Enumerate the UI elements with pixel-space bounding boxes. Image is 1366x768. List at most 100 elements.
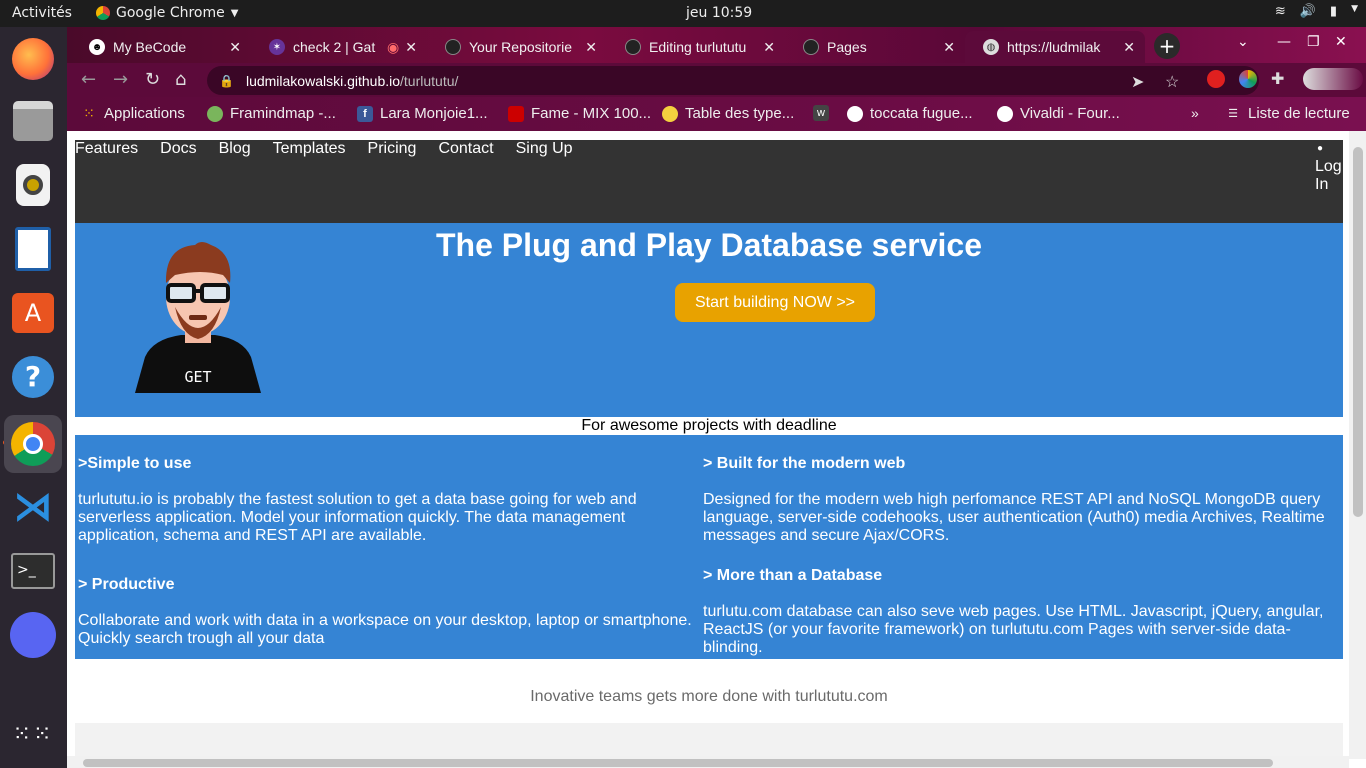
website-icon: w <box>813 105 829 121</box>
globe-icon: ◍ <box>983 39 999 55</box>
reading-list[interactable]: ☰ Liste de lecture <box>1225 105 1350 122</box>
page-viewport: Features Docs Blog Templates Pricing Con… <box>67 131 1366 768</box>
forward-icon[interactable]: → <box>113 69 128 90</box>
chrome-icon <box>96 6 110 20</box>
globe-icon <box>997 105 1013 122</box>
site-navbar: Features Docs Blog Templates Pricing Con… <box>75 140 1343 223</box>
help-icon[interactable]: ? <box>9 353 57 401</box>
maximize-icon[interactable]: ❐ <box>1307 34 1320 50</box>
feature-productive-text: Collaborate and work with data in a work… <box>78 612 692 647</box>
github-icon <box>445 39 461 55</box>
start-building-button[interactable]: Start building NOW >> <box>675 283 875 322</box>
nav-blog[interactable]: Blog <box>208 140 262 158</box>
tab-repositories[interactable]: Your Repositorie ✕ <box>427 31 607 63</box>
files-icon[interactable] <box>9 97 57 145</box>
feature-database-title: > More than a Database <box>703 567 883 584</box>
rhythmbox-icon[interactable] <box>9 161 57 209</box>
user-icon: ● <box>1317 143 1324 154</box>
fame-icon <box>508 105 524 122</box>
bookmark-vivaldi[interactable]: Vivaldi - Four... <box>997 105 1120 122</box>
terminal-icon[interactable]: >_ <box>9 547 57 595</box>
github-icon <box>803 39 819 55</box>
system-tray[interactable]: ≋ 🔊 ▮ ▼ <box>1275 4 1358 19</box>
login-link[interactable]: ● Log In <box>1315 140 1343 194</box>
tab-strip: ☻ My BeCode ✕ ✶ check 2 | Gat ◉ ✕ Your R… <box>67 27 1366 63</box>
extensions-icon[interactable]: ✚ <box>1271 69 1284 88</box>
close-icon[interactable]: ✕ <box>585 39 597 56</box>
minimize-icon[interactable]: — <box>1277 34 1291 50</box>
color-extension-icon[interactable] <box>1239 70 1257 88</box>
os-top-bar: Activités Google Chrome ▼ jeu 10:59 ≋ 🔊 … <box>0 0 1366 27</box>
feature-modern-web-text: Designed for the modern web high perfoma… <box>703 491 1325 544</box>
nav-templates[interactable]: Templates <box>262 140 357 158</box>
adblock-extension-icon[interactable] <box>1207 70 1225 88</box>
back-icon[interactable]: ← <box>81 69 96 90</box>
feature-productive-title: > Productive <box>78 576 175 593</box>
feature-simple-text: turlututu.io is probably the fastest sol… <box>78 491 637 544</box>
vertical-scrollbar[interactable] <box>1349 131 1366 759</box>
close-window-icon[interactable]: ✕ <box>1335 34 1347 50</box>
writer-icon[interactable] <box>9 225 57 273</box>
bookmark-applications[interactable]: ⁙ Applications <box>81 105 185 122</box>
globe-icon <box>847 105 863 122</box>
hero-section: The Plug and Play Database service Start… <box>75 223 1343 417</box>
bookmark-table-types[interactable]: Table des type... <box>662 105 794 122</box>
bookmark-lara[interactable]: f Lara Monjoie1... <box>357 105 488 122</box>
bookmark-star-icon[interactable]: ☆ <box>1165 72 1179 92</box>
bookmark-framindmap[interactable]: Framindmap -... <box>207 105 336 122</box>
login-line-2: In <box>1315 176 1329 193</box>
software-center-icon[interactable]: A <box>9 289 57 337</box>
new-tab-button[interactable]: + <box>1154 33 1180 59</box>
nav-docs[interactable]: Docs <box>149 140 207 158</box>
lock-icon: 🔒 <box>219 73 234 88</box>
tab-search-icon[interactable]: ⌄ <box>1237 34 1249 50</box>
app-grid-icon[interactable]: ⁙⁙ <box>9 711 57 759</box>
vertical-scroll-thumb[interactable] <box>1353 147 1363 517</box>
nav-features[interactable]: Features <box>75 140 149 158</box>
chrome-dock-icon[interactable] <box>4 415 62 473</box>
recording-icon: ◉ <box>387 38 400 55</box>
send-icon[interactable]: ➤ <box>1131 72 1144 92</box>
becode-icon: ☻ <box>89 39 105 55</box>
chevron-down-icon: ▼ <box>1351 4 1358 14</box>
url-path: /turlututu/ <box>400 72 459 89</box>
horizontal-scrollbar[interactable] <box>67 756 1349 768</box>
chevron-down-icon: ▼ <box>230 7 239 19</box>
reading-list-icon: ☰ <box>1228 108 1238 120</box>
tab-editing[interactable]: Editing turlututu ✕ <box>607 31 785 63</box>
bookmark-fame[interactable]: Fame - MIX 100... <box>508 105 651 122</box>
tab-pages[interactable]: Pages ✕ <box>785 31 965 63</box>
url-host: ludmilakowalski.github.io <box>245 72 401 89</box>
nav-contact[interactable]: Contact <box>427 140 504 158</box>
close-icon[interactable]: ✕ <box>943 39 955 56</box>
facebook-icon: f <box>357 105 373 122</box>
more-bookmarks-icon[interactable]: » <box>1191 105 1199 121</box>
clock[interactable]: jeu 10:59 <box>686 5 752 21</box>
browser-toolbar: ← → ↻ ⌂ 🔒 ludmilakowalski.github.io/turl… <box>67 63 1366 97</box>
discord-icon[interactable] <box>9 611 57 659</box>
firefox-icon[interactable] <box>9 35 57 83</box>
horizontal-scroll-thumb[interactable] <box>83 759 1273 767</box>
profile-avatar[interactable] <box>1303 68 1363 90</box>
activities-button[interactable]: Activités <box>12 5 72 21</box>
bookmark-unnamed[interactable]: w <box>813 105 836 121</box>
vscode-icon[interactable]: ⋊ <box>9 483 57 531</box>
nav-sign-up[interactable]: Sing Up <box>505 140 584 158</box>
footer-band <box>75 723 1343 756</box>
tab-check-2[interactable]: ✶ check 2 | Gat ◉ ✕ <box>251 31 427 63</box>
bookmark-toccata[interactable]: toccata fugue... <box>847 105 973 122</box>
close-icon[interactable]: ✕ <box>405 39 417 56</box>
battery-icon: ▮ <box>1329 4 1338 19</box>
tab-my-becode[interactable]: ☻ My BeCode ✕ <box>71 31 251 63</box>
developer-avatar: GET <box>135 242 261 393</box>
tab-active[interactable]: ◍ https://ludmilak ✕ <box>965 31 1145 63</box>
home-icon[interactable]: ⌂ <box>175 69 186 90</box>
address-bar[interactable]: 🔒 ludmilakowalski.github.io/turlututu/ ➤… <box>207 66 1259 95</box>
login-line-1: Log <box>1315 158 1342 175</box>
close-icon[interactable]: ✕ <box>229 39 241 56</box>
close-icon[interactable]: ✕ <box>1123 39 1135 56</box>
nav-pricing[interactable]: Pricing <box>357 140 428 158</box>
reload-icon[interactable]: ↻ <box>145 69 160 90</box>
close-icon[interactable]: ✕ <box>763 39 775 56</box>
app-menu[interactable]: Google Chrome ▼ <box>96 5 238 21</box>
